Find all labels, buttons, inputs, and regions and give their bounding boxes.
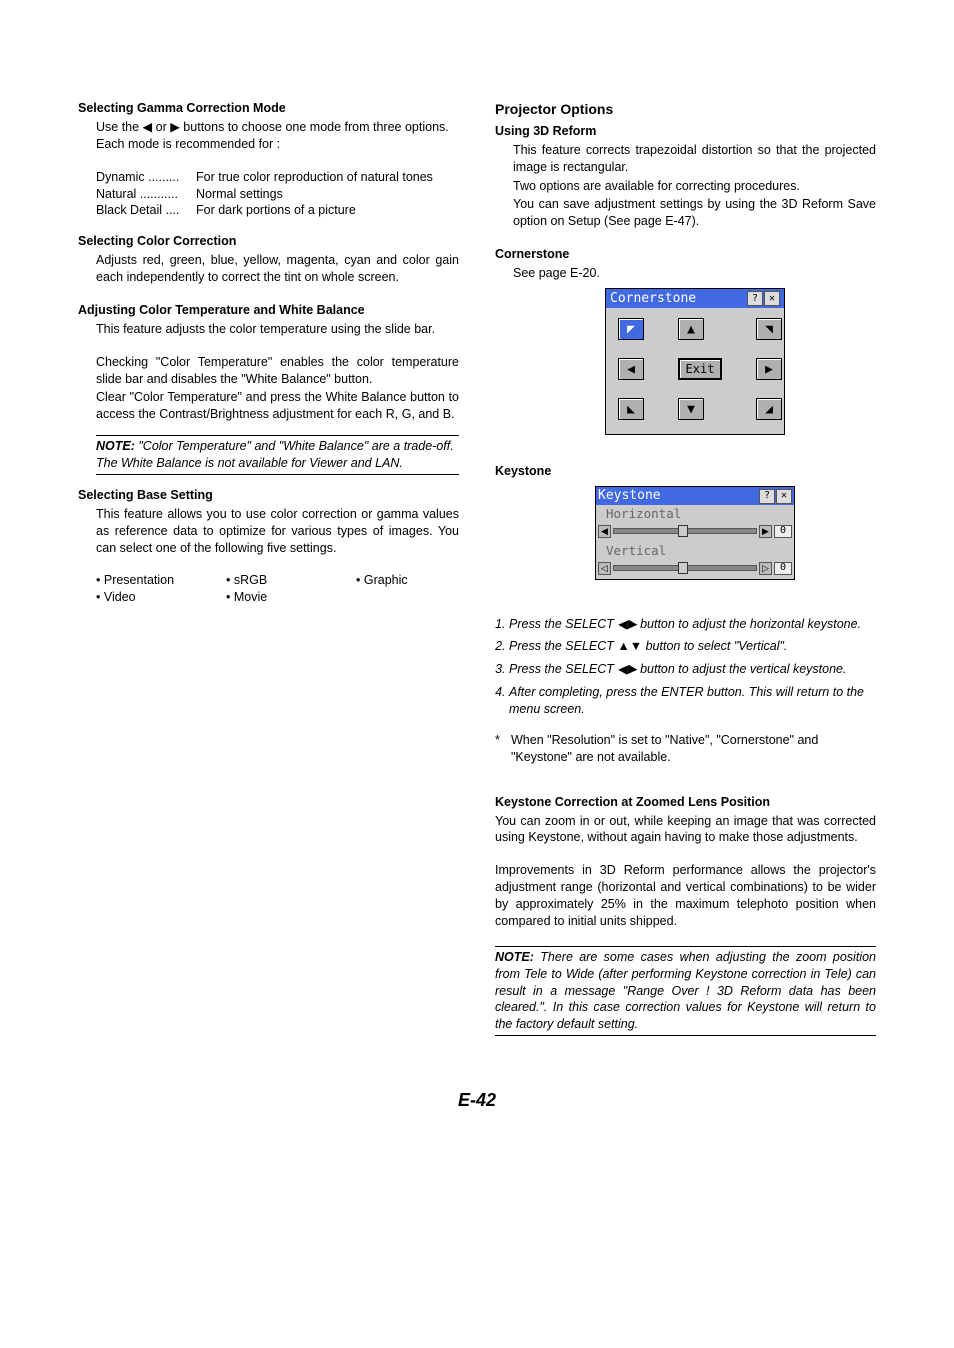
- keystone-h-label: Horizontal: [596, 505, 794, 524]
- cornerstone-osd: Cornerstone ? ✕ ◤ ▲ ◥ ◀ Exit ▶ ◣ ▼ ◢: [605, 288, 785, 436]
- keystone-h-slider[interactable]: ◀ ▶ 0: [596, 524, 794, 542]
- corner-top-right-button[interactable]: ◥: [756, 318, 782, 340]
- bullet: Video: [96, 589, 196, 606]
- osd-titlebar: Cornerstone ? ✕: [606, 289, 784, 309]
- left-column: Selecting Gamma Correction Mode Use the …: [78, 100, 459, 1048]
- reform-p1: This feature corrects trapezoidal distor…: [513, 142, 876, 176]
- def-desc: Normal settings: [196, 186, 283, 203]
- slider-thumb[interactable]: [678, 562, 688, 574]
- base-bullets: Presentation Video sRGB Movie Graphic: [96, 572, 459, 606]
- zoom-p2: Improvements in 3D Reform performance al…: [495, 862, 876, 930]
- note-box: NOTE: There are some cases when adjustin…: [495, 946, 876, 1036]
- slider-value: 0: [774, 525, 792, 538]
- keystone-osd: Keystone ? ✕ Horizontal ◀ ▶ 0 Vertical ◁…: [595, 486, 795, 579]
- corner-up-button[interactable]: ▲: [678, 318, 704, 340]
- step: Press the SELECT ◀▶ button to adjust the…: [509, 661, 876, 678]
- note-label: NOTE:: [495, 950, 534, 964]
- note-label: NOTE:: [96, 439, 135, 453]
- two-column-layout: Selecting Gamma Correction Mode Use the …: [78, 100, 876, 1048]
- color-body: Adjusts red, green, blue, yellow, magent…: [96, 252, 459, 286]
- asterisk: *: [495, 732, 511, 766]
- zoom-title: Keystone Correction at Zoomed Lens Posit…: [495, 794, 876, 811]
- left-arrow-icon[interactable]: ◁: [598, 562, 611, 575]
- keystone-v-label: Vertical: [596, 542, 794, 561]
- reform-body: This feature corrects trapezoidal distor…: [495, 142, 876, 230]
- note-text: "Color Temperature" and "White Balance" …: [96, 439, 454, 470]
- def-desc: For true color reproduction of natural t…: [196, 169, 433, 186]
- right-arrow-icon[interactable]: ▷: [759, 562, 772, 575]
- reform-p3: You can save adjustment settings by usin…: [513, 196, 876, 230]
- temp-title: Adjusting Color Temperature and White Ba…: [78, 302, 459, 319]
- corner-grid: ◤ ▲ ◥ ◀ Exit ▶ ◣ ▼ ◢: [606, 308, 784, 434]
- def-desc: For dark portions of a picture: [196, 202, 356, 219]
- reform-title: Using 3D Reform: [495, 123, 876, 140]
- gamma-title: Selecting Gamma Correction Mode: [78, 100, 459, 117]
- bullet: sRGB: [226, 572, 326, 589]
- def-term: Dynamic .........: [96, 169, 196, 186]
- temp-p3: Clear "Color Temperature" and press the …: [96, 389, 459, 423]
- corner-see: See page E-20.: [513, 265, 876, 282]
- corner-top-left-button[interactable]: ◤: [618, 318, 644, 340]
- page: Selecting Gamma Correction Mode Use the …: [0, 0, 954, 1153]
- slider-thumb[interactable]: [678, 525, 688, 537]
- osd-titlebar: Keystone ? ✕: [596, 487, 794, 505]
- step: Press the SELECT ◀▶ button to adjust the…: [509, 616, 876, 633]
- base-body: This feature allows you to use color cor…: [78, 506, 459, 606]
- base-title: Selecting Base Setting: [78, 487, 459, 504]
- slider-track[interactable]: [613, 528, 757, 534]
- gamma-definitions: Dynamic .........For true color reproduc…: [96, 169, 459, 220]
- osd-title-text: Keystone: [598, 487, 661, 505]
- left-arrow-icon[interactable]: ◀: [598, 525, 611, 538]
- temp-p2: Checking "Color Temperature" enables the…: [96, 354, 459, 388]
- keystone-v-slider[interactable]: ◁ ▷ 0: [596, 561, 794, 579]
- keystone-footnote: * When "Resolution" is set to "Native", …: [495, 732, 876, 766]
- corner-bottom-left-button[interactable]: ◣: [618, 398, 644, 420]
- right-column: Projector Options Using 3D Reform This f…: [495, 100, 876, 1048]
- projector-options-header: Projector Options: [495, 100, 876, 119]
- corner-down-button[interactable]: ▼: [678, 398, 704, 420]
- def-term: Natural ...........: [96, 186, 196, 203]
- corner-right-button[interactable]: ▶: [756, 358, 782, 380]
- close-icon[interactable]: ✕: [776, 489, 792, 504]
- bullet: Presentation: [96, 572, 196, 589]
- gamma-intro: Use the ◀ or ▶ buttons to choose one mod…: [96, 119, 459, 153]
- def-term: Black Detail ....: [96, 202, 196, 219]
- help-icon[interactable]: ?: [759, 489, 775, 504]
- zoom-p1: You can zoom in or out, while keeping an…: [495, 813, 876, 847]
- corner-left-button[interactable]: ◀: [618, 358, 644, 380]
- temp-body: This feature adjusts the color temperatu…: [78, 321, 459, 423]
- page-number: E-42: [78, 1088, 876, 1112]
- note-text: There are some cases when adjusting the …: [495, 950, 876, 1032]
- close-icon[interactable]: ✕: [764, 291, 780, 306]
- color-title: Selecting Color Correction: [78, 233, 459, 250]
- keystone-title: Keystone: [495, 463, 876, 480]
- osd-title-text: Cornerstone: [610, 290, 696, 308]
- corner-exit-button[interactable]: Exit: [678, 358, 722, 380]
- right-arrow-icon[interactable]: ▶: [759, 525, 772, 538]
- corner-bottom-right-button[interactable]: ◢: [756, 398, 782, 420]
- gamma-body: Use the ◀ or ▶ buttons to choose one mod…: [78, 119, 459, 219]
- footnote-text: When "Resolution" is set to "Native", "C…: [511, 732, 876, 766]
- temp-p1: This feature adjusts the color temperatu…: [96, 321, 459, 338]
- step: Press the SELECT ▲▼ button to select "Ve…: [509, 638, 876, 655]
- help-icon[interactable]: ?: [747, 291, 763, 306]
- corner-title: Cornerstone: [495, 246, 876, 263]
- step: After completing, press the ENTER button…: [509, 684, 876, 718]
- bullet: Movie: [226, 589, 326, 606]
- base-intro: This feature allows you to use color cor…: [96, 506, 459, 557]
- bullet: Graphic: [356, 572, 456, 589]
- keystone-steps: Press the SELECT ◀▶ button to adjust the…: [495, 616, 876, 718]
- reform-p2: Two options are available for correcting…: [513, 178, 876, 195]
- slider-track[interactable]: [613, 565, 757, 571]
- slider-value: 0: [774, 562, 792, 575]
- note-box: NOTE: "Color Temperature" and "White Bal…: [96, 435, 459, 475]
